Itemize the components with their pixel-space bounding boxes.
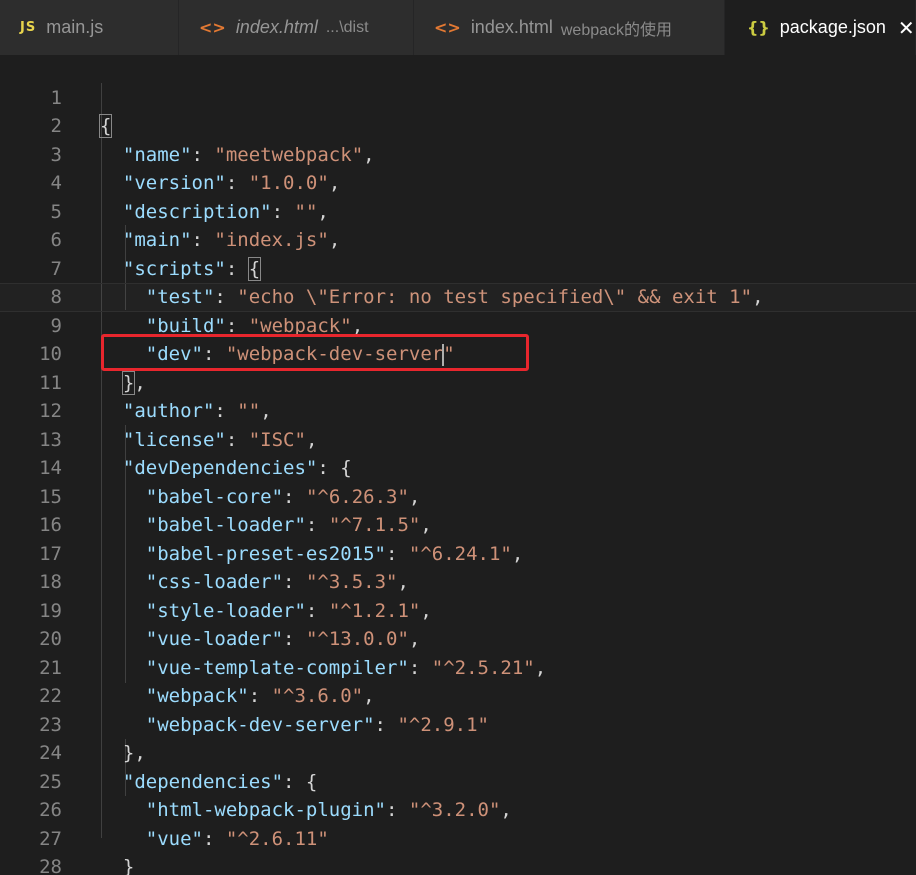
tab-description: webpack的使用 — [560, 21, 673, 39]
code-line: 1 { — [0, 55, 916, 138]
code-line: 7 "test": "echo \"Error: no test specifi… — [0, 226, 916, 309]
code-line: 26 "vue": "^2.6.11" — [0, 768, 916, 850]
html-file-icon: <> — [199, 18, 226, 37]
html-file-icon: <> — [434, 18, 461, 37]
tab-label: index.html — [235, 17, 318, 37]
tab-index-html-dist[interactable]: <> index.html ...\dist — [179, 0, 414, 55]
code-editor: JS main.js <> index.html ...\dist <> ind… — [0, 0, 916, 875]
code-line: 18 "style-loader": "^1.2.1", — [0, 540, 916, 622]
code-line: 8 "build": "webpack", — [0, 255, 916, 337]
tab-description: ...\dist — [325, 18, 369, 36]
tab-label: index.html — [470, 17, 553, 37]
code-line: 27 } — [0, 796, 916, 875]
tab-index-html-webpack[interactable]: <> index.html webpack的使用 — [414, 0, 725, 55]
code-line: 13 "devDependencies": { — [0, 397, 916, 480]
code-line: 17 "css-loader": "^3.5.3", — [0, 511, 916, 594]
code-line: 23 }, — [0, 682, 916, 765]
code-line: 14 "babel-core": "^6.26.3", — [0, 426, 916, 508]
javascript-file-icon: JS — [20, 20, 37, 35]
code-line: 12 "license": "ISC", — [0, 369, 916, 451]
code-area[interactable]: 1 { 2 "name": "meetwebpack", 3 "version"… — [0, 55, 916, 875]
code-line: 29 — [0, 853, 916, 875]
tab-main-js[interactable]: JS main.js — [0, 0, 179, 55]
tab-bar: JS main.js <> index.html ...\dist <> ind… — [0, 0, 916, 55]
code-line: 25 "html-webpack-plugin": "^3.2.0", — [0, 739, 916, 822]
code-line-current: 9 "dev": "webpack-dev-server" — [0, 283, 916, 366]
tab-label: main.js — [46, 17, 104, 37]
code-line: 5 "main": "index.js", — [0, 169, 916, 252]
close-icon[interactable]: ✕ — [898, 16, 915, 40]
code-line: 16 "babel-preset-es2015": "^6.24.1", — [0, 483, 916, 565]
code-line: 24 "dependencies": { — [0, 711, 916, 793]
code-line: 6 "scripts": { — [0, 198, 916, 281]
code-line: 21 "webpack": "^3.6.0", — [0, 625, 916, 708]
json-file-icon: {} — [747, 18, 770, 37]
code-line: 22 "webpack-dev-server": "^2.9.1" — [0, 654, 916, 736]
code-line: 2 "name": "meetwebpack", — [0, 84, 916, 166]
code-line: 28 } — [0, 825, 916, 875]
code-line: 15 "babel-loader": "^7.1.5", — [0, 454, 916, 537]
tab-label: package.json — [779, 17, 886, 37]
code-line: 3 "version": "1.0.0", — [0, 112, 916, 195]
tab-package-json[interactable]: {} package.json ✕ — [725, 0, 916, 55]
code-line: 20 "vue-template-compiler": "^2.5.21", — [0, 597, 916, 679]
code-line: 4 "description": "", — [0, 141, 916, 223]
annotation-highlight-box — [101, 334, 529, 371]
code-line: 19 "vue-loader": "^13.0.0", — [0, 568, 916, 651]
